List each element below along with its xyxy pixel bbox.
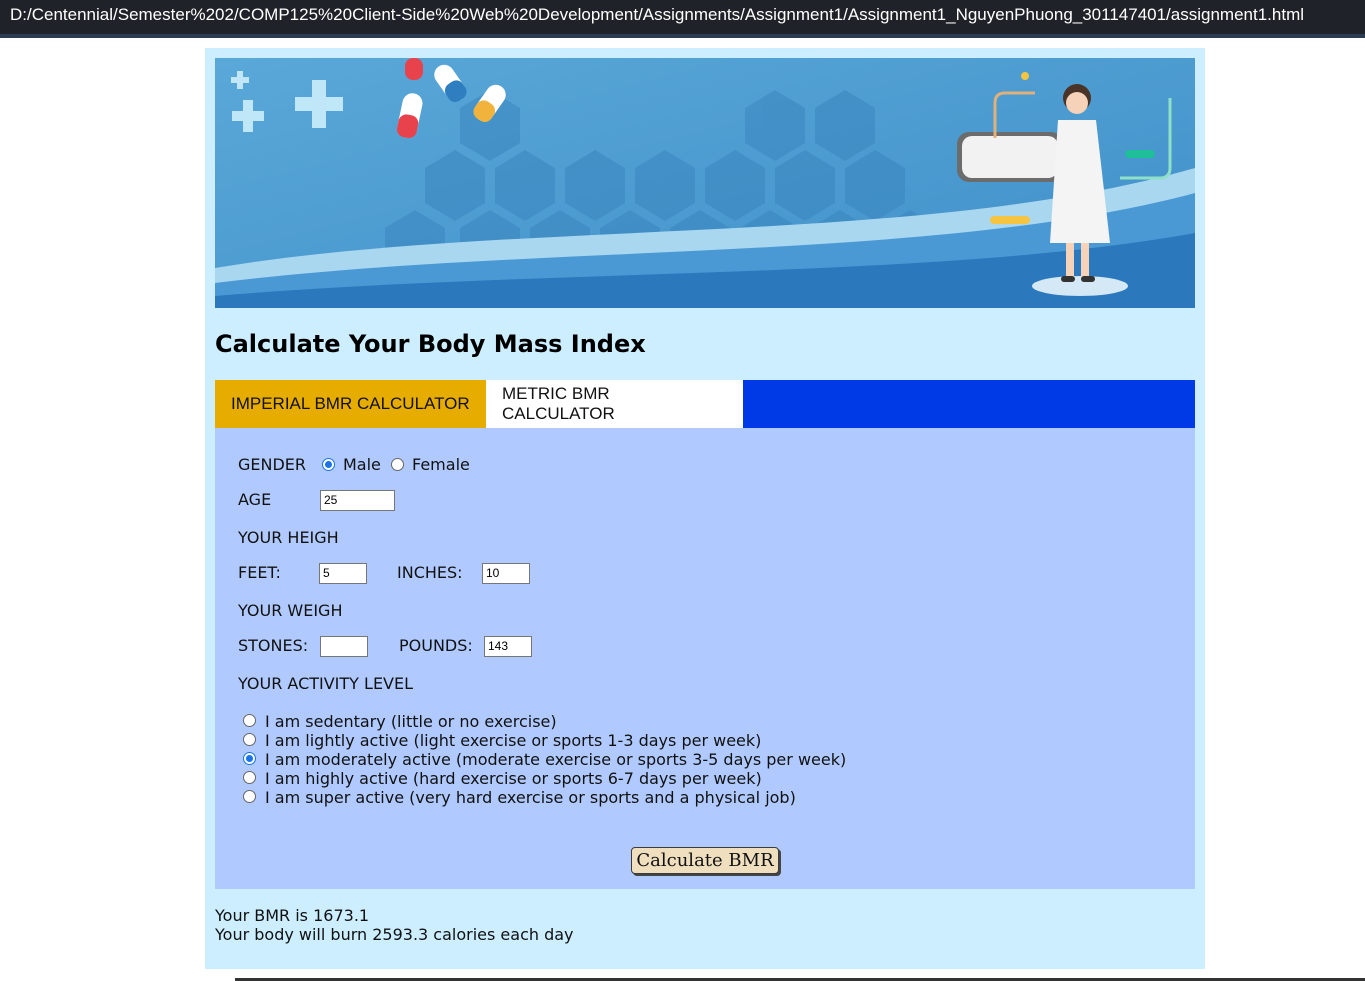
- bmr-form: GENDER Male Female AGE 25 YOUR HEIGH FEE…: [215, 428, 1195, 889]
- activity-moderately-active-radio[interactable]: [243, 752, 256, 765]
- inches-input[interactable]: 10: [482, 563, 530, 584]
- result-output: Your BMR is 1673.1 Your body will burn 2…: [215, 906, 574, 944]
- age-input[interactable]: 25: [320, 490, 395, 511]
- inches-label: INCHES:: [397, 563, 463, 582]
- bmr-result-text: Your BMR is 1673.1: [215, 906, 370, 925]
- activity-moderately-active-label: I am moderately active (moderate exercis…: [265, 750, 847, 769]
- height-label: YOUR HEIGH: [238, 528, 339, 547]
- activity-sedentary-radio[interactable]: [243, 714, 256, 727]
- page-title: Calculate Your Body Mass Index: [215, 330, 646, 358]
- gender-male-label: Male: [343, 455, 381, 474]
- feet-input[interactable]: 5: [319, 563, 367, 584]
- age-label: AGE: [238, 490, 272, 509]
- feet-label: FEET:: [238, 563, 281, 582]
- header-banner-image: [215, 58, 1195, 308]
- activity-lightly-active-label: I am lightly active (light exercise or s…: [265, 731, 762, 750]
- gender-female-radio[interactable]: [391, 458, 404, 471]
- page-container: Calculate Your Body Mass Index IMPERIAL …: [205, 48, 1205, 969]
- activity-super-active-radio[interactable]: [243, 790, 256, 803]
- activity-sedentary-label: I am sedentary (little or no exercise): [265, 712, 557, 731]
- activity-highly-active-radio[interactable]: [243, 771, 256, 784]
- gender-label: GENDER: [238, 455, 307, 474]
- calculator-tab-bar: IMPERIAL BMR CALCULATOR METRIC BMR CALCU…: [215, 380, 1195, 428]
- tab-metric-bmr[interactable]: METRIC BMR CALCULATOR: [486, 380, 743, 428]
- window-title-bar: D:/Centennial/Semester%202/COMP125%20Cli…: [0, 0, 1365, 38]
- window-title: D:/Centennial/Semester%202/COMP125%20Cli…: [10, 5, 1305, 24]
- calories-result-text: Your body will burn 2593.3 calories each…: [215, 925, 574, 944]
- activity-super-active-label: I am super active (very hard exercise or…: [265, 788, 796, 807]
- gender-male-radio[interactable]: [322, 458, 335, 471]
- activity-lightly-active-radio[interactable]: [243, 733, 256, 746]
- tab-imperial-bmr[interactable]: IMPERIAL BMR CALCULATOR: [215, 380, 486, 428]
- calculate-bmr-button[interactable]: Calculate BMR: [631, 847, 779, 874]
- activity-label: YOUR ACTIVITY LEVEL: [238, 674, 414, 693]
- activity-highly-active-label: I am highly active (hard exercise or spo…: [265, 769, 762, 788]
- stones-input[interactable]: [320, 636, 368, 657]
- pounds-input[interactable]: 143: [484, 636, 532, 657]
- weight-label: YOUR WEIGH: [238, 601, 343, 620]
- stones-label: STONES:: [238, 636, 309, 655]
- gender-female-label: Female: [412, 455, 470, 474]
- pounds-label: POUNDS:: [399, 636, 473, 655]
